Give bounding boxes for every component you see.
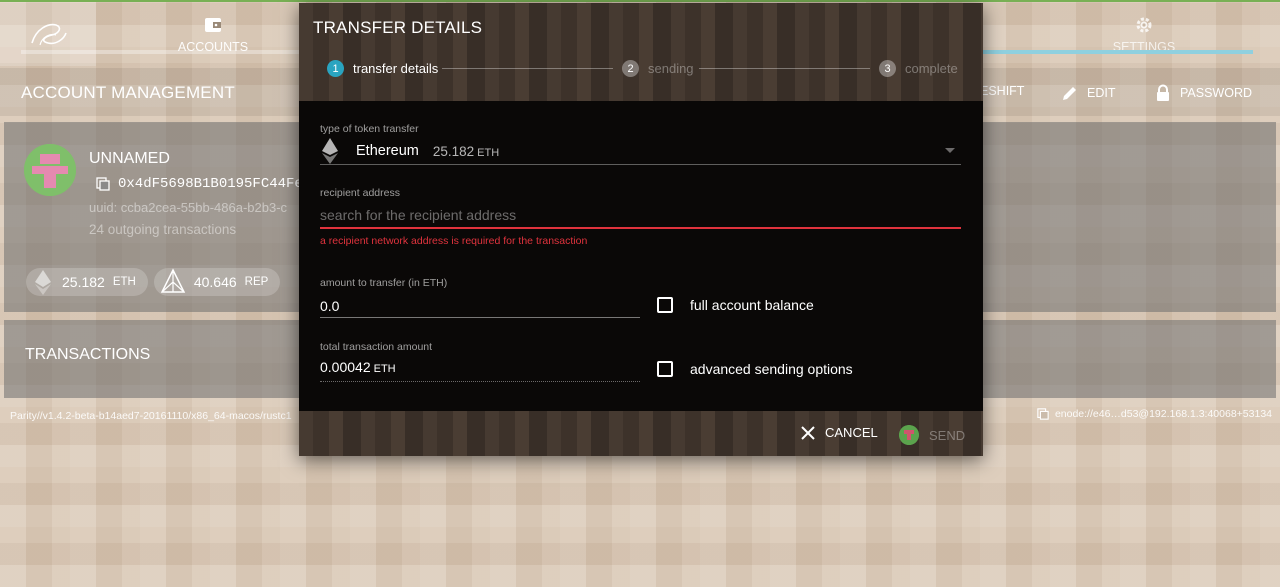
enode-info: enode://e46…d53@192.168.1.3:40068+53134 — [1037, 408, 1272, 420]
augur-rep-icon — [160, 268, 186, 293]
token-balance-value: 25.182 — [432, 143, 475, 159]
balances: 25.182 ETH 40.646 REP — [26, 268, 281, 296]
transfer-modal: TRANSFER DETAILS 1 transfer details 2 se… — [299, 3, 983, 456]
recipient-error: a recipient network address is required … — [320, 235, 588, 247]
step-3-number: 3 — [879, 60, 896, 77]
full-balance-checkbox[interactable]: full account balance — [657, 297, 814, 313]
balance-rep-value: 40.646 — [193, 274, 237, 290]
parity-version: Parity//v1.4.2-beta-b14aed7-20161110/x86… — [10, 410, 292, 422]
step-1-number: 1 — [327, 60, 344, 77]
balance-eth: 25.182 ETH — [26, 268, 148, 296]
total-unit: ETH — [373, 363, 396, 375]
token-name: Ethereum — [356, 143, 419, 159]
transactions-title: TRANSACTIONS — [25, 346, 151, 363]
edit-button[interactable]: EDIT — [1061, 84, 1115, 102]
password-button[interactable]: PASSWORD — [1154, 84, 1252, 102]
account-name: UNNAMED — [89, 150, 170, 167]
recipient-label: recipient address — [320, 187, 400, 199]
cancel-label: CANCEL — [825, 425, 878, 440]
cancel-button[interactable]: CANCEL — [801, 425, 878, 440]
balance-rep: 40.646 REP — [153, 268, 281, 296]
total-label: total transaction amount — [320, 341, 433, 353]
advanced-options-checkbox[interactable]: advanced sending options — [657, 361, 853, 377]
balance-eth-value: 25.182 — [62, 274, 105, 290]
balance-eth-unit: ETH — [112, 276, 136, 288]
shapeshift-label: ESHIFT — [980, 84, 1025, 98]
amount-label: amount to transfer (in ETH) — [320, 277, 448, 289]
ethereum-icon — [35, 270, 51, 295]
identicon-icon — [24, 144, 76, 196]
account-address-text: 0x4dF5698B1B0195FC44Fe1 — [118, 176, 312, 192]
ethereum-icon — [322, 138, 338, 164]
account-address: 0x4dF5698B1B0195FC44Fe1 — [96, 176, 311, 192]
step-2-label: sending — [648, 61, 694, 76]
total-value: 0.00042 — [320, 359, 371, 375]
recipient-input[interactable] — [320, 203, 961, 229]
step-transfer-details: 1 transfer details — [327, 60, 438, 77]
lock-icon — [1157, 84, 1169, 101]
parity-logo[interactable] — [0, 2, 96, 66]
step-3-label: complete — [905, 61, 958, 76]
step-2-number: 2 — [622, 60, 639, 77]
avatar — [24, 144, 76, 196]
nav-accounts[interactable]: ACCOUNTS — [148, 14, 278, 54]
parity-logo-icon — [31, 23, 67, 46]
page-title: ACCOUNT MANAGEMENT — [21, 83, 235, 102]
total-amount: 0.00042 ETH — [320, 359, 640, 382]
gear-icon — [1136, 17, 1152, 33]
send-label: SEND — [929, 427, 966, 443]
pencil-icon — [1063, 87, 1076, 100]
send-button[interactable]: SEND — [899, 425, 965, 445]
modal-header: TRANSFER DETAILS 1 transfer details 2 se… — [299, 3, 983, 101]
identicon-icon — [899, 425, 919, 445]
full-balance-label: full account balance — [690, 297, 814, 313]
password-label: PASSWORD — [1180, 86, 1252, 100]
step-connector — [699, 68, 870, 69]
full-balance-checkbox-box[interactable] — [657, 297, 673, 313]
nav-settings[interactable]: SETTINGS — [1079, 14, 1209, 54]
advanced-options-label: advanced sending options — [690, 361, 853, 377]
token-select[interactable]: Ethereum 25.182 ETH — [320, 138, 961, 165]
account-uuid: uuid: ccba2cea-55bb-486a-b2b3-c — [89, 200, 288, 215]
amount-input[interactable] — [320, 294, 640, 318]
edit-label: EDIT — [1087, 86, 1116, 100]
modal-title: TRANSFER DETAILS — [313, 18, 483, 37]
chevron-down-icon — [945, 148, 955, 153]
wallet-icon — [205, 18, 221, 32]
step-sending: 2 sending — [622, 60, 694, 77]
token-balance: 25.182 ETH — [433, 144, 499, 159]
advanced-options-checkbox-box[interactable] — [657, 361, 673, 377]
copy-icon[interactable] — [96, 177, 110, 191]
copy-icon[interactable] — [1037, 408, 1049, 420]
transactions-progress-fill — [960, 50, 1253, 54]
account-tx-count: 24 outgoing transactions — [89, 222, 237, 237]
shapeshift-button[interactable]: ESHIFT — [980, 84, 1024, 98]
step-1-label: transfer details — [353, 61, 439, 76]
token-type-label: type of token transfer — [320, 123, 419, 135]
step-connector — [442, 68, 613, 69]
enode-text: enode://e46…d53@192.168.1.3:40068+53134 — [1054, 408, 1272, 420]
balance-rep-unit: REP — [244, 276, 269, 288]
close-icon — [801, 425, 815, 440]
token-balance-unit: ETH — [477, 146, 500, 159]
modal-footer: CANCEL SEND — [299, 411, 983, 456]
step-complete: 3 complete — [879, 60, 958, 77]
